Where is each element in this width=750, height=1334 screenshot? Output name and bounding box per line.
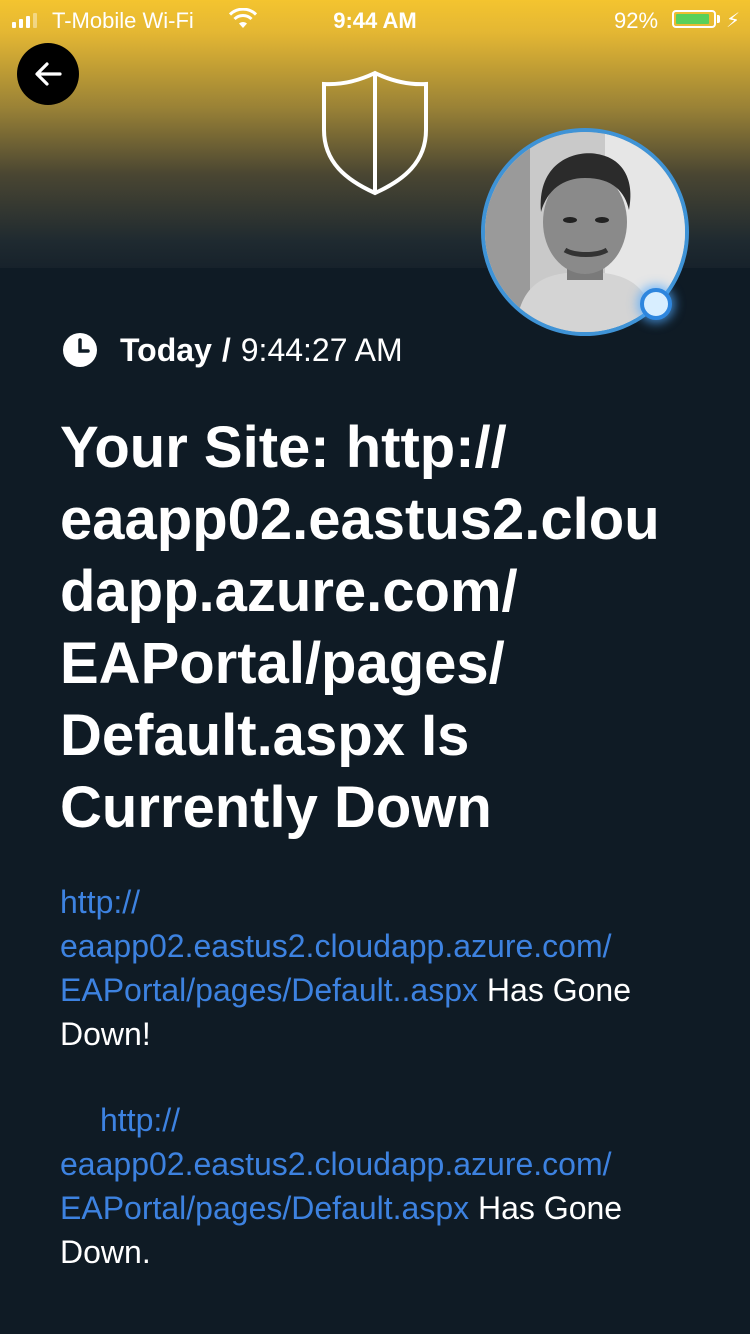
back-button[interactable] [17,43,79,105]
charging-icon: ⚡ [726,10,741,32]
alert-day: Today [120,331,212,368]
title-line: Currently Down [60,775,492,840]
title-line: eaapp02.eastus2.clou [60,487,660,552]
alert-time: 9:44:27 AM [240,331,403,368]
shield-icon [322,70,428,196]
message-text: Has Gone [486,972,631,1008]
message-text: Down! [60,1016,151,1052]
title-line: Your Site: http:// [60,415,507,480]
title-line: dapp.azure.com/ [60,559,518,624]
battery-tip [717,15,720,23]
title-line: Default.aspx Is [60,703,470,768]
alert-message: http://eaapp02.eastus2.cloudapp.azure.co… [60,880,700,1056]
arrow-left-icon [35,62,62,86]
online-status-indicator [640,288,672,320]
message-text: Down. [60,1234,151,1270]
alert-title: Your Site: http:// eaapp02.eastus2.clou … [60,412,700,844]
alert-timestamp: Today / 9:44:27 AM [62,328,403,372]
battery-percent: 92% [614,8,659,33]
alert-message: http://eaapp02.eastus2.cloudapp.azure.co… [60,1098,700,1274]
status-bar: T-Mobile Wi-Fi 9:44 AM 92% ⚡ [0,0,750,40]
message-text: Has Gone [478,1190,623,1226]
battery-icon [672,10,716,28]
clock-icon [63,333,97,367]
title-line: EAPortal/pages/ [60,631,505,696]
timestamp-separator: / [221,331,231,368]
